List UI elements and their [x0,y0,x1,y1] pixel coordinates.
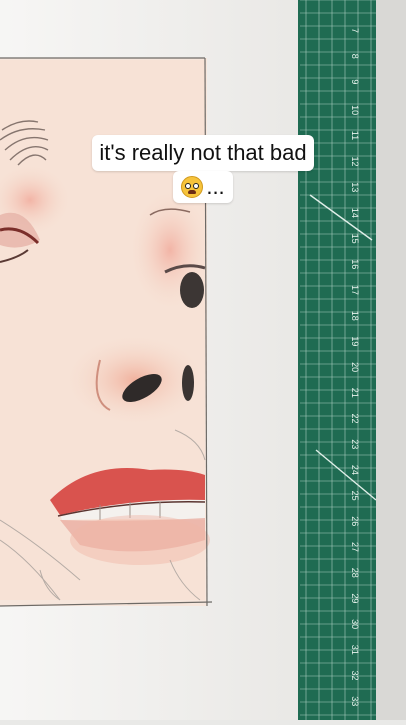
ruler-number: 14 [350,208,360,218]
ruler-number: 17 [350,285,360,295]
ruler-number: 9 [350,79,360,84]
ruler-number: 25 [350,491,360,501]
ruler-number: 12 [350,157,360,167]
ruler-number: 19 [350,336,360,346]
ruler-number: 28 [350,568,360,578]
caption-ellipsis: ... [206,174,225,199]
ruler-number: 21 [350,388,360,398]
drawing-photo: 7 8 9 10 11 12 13 14 15 16 17 18 19 20 21 22 23 24 25 26 27 2… [0,0,406,720]
ruler-number: 18 [350,311,360,321]
ruler-number: 24 [350,465,360,475]
ruler-number: 7 [350,28,360,33]
ruler-number: 15 [350,234,360,244]
ruler-number: 31 [350,645,360,655]
nostril-right [182,365,194,401]
ruler-number: 16 [350,259,360,269]
ruler-number: 29 [350,593,360,603]
ruler-number: 8 [350,54,360,59]
ruler-number: 33 [350,696,360,706]
caption-line-1: it's really not that bad [92,135,314,171]
ruler-number: 32 [350,671,360,681]
ruler-number: 27 [350,542,360,552]
ruler-number: 20 [350,362,360,372]
ruler-number: 23 [350,439,360,449]
ruler-number: 22 [350,414,360,424]
ruler-number: 11 [350,131,360,140]
ruler-number: 10 [350,105,360,115]
photo-scene: 7 8 9 10 11 12 13 14 15 16 17 18 19 20 21 22 23 24 25 26 27 2… [0,0,406,720]
caption-text: it's really not that bad [99,140,307,165]
ruler-number: 13 [350,182,360,192]
caption-line-2: ... [173,171,233,203]
ruler-number: 26 [350,516,360,526]
ruler-number: 30 [350,619,360,629]
grimacing-face-emoji-icon [181,176,204,198]
